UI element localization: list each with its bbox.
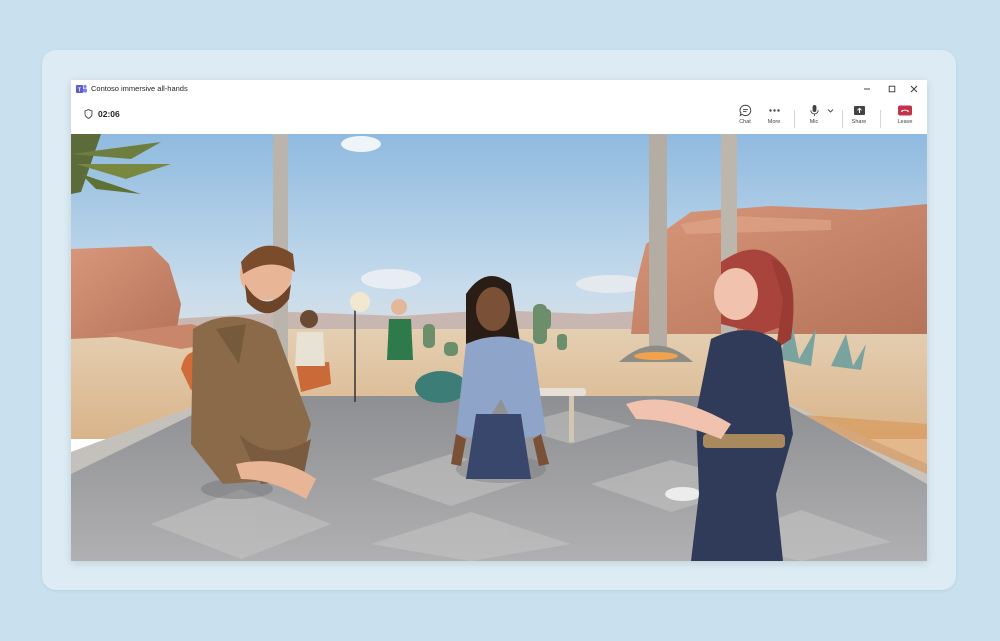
minimize-icon [864, 88, 870, 90]
meeting-window: T Contoso immersive all-hands 02:06 Chat… [71, 80, 927, 561]
table-leg [569, 396, 574, 442]
svg-text:T: T [78, 87, 81, 93]
leave-label: Leave [897, 119, 913, 125]
toolbar-divider [842, 110, 843, 128]
left-rock [71, 246, 181, 339]
ottoman [415, 371, 467, 403]
side-table [665, 487, 701, 501]
timer-text: 02:06 [98, 109, 120, 119]
mic-options-button[interactable] [823, 104, 837, 132]
immersive-scene-view[interactable] [71, 134, 927, 561]
meeting-timer: 02:06 [84, 109, 120, 119]
teams-logo-icon: T [76, 84, 87, 93]
close-button[interactable] [901, 80, 927, 98]
chat-icon [739, 104, 751, 117]
share-button[interactable]: Share [844, 104, 874, 132]
chat-label: Chat [739, 119, 751, 125]
shield-icon [84, 109, 93, 119]
leave-button[interactable]: Leave [890, 104, 920, 132]
cloud [361, 269, 421, 289]
mic-label: Mic [809, 119, 819, 125]
share-icon [853, 106, 865, 115]
chat-button[interactable]: Chat [730, 104, 760, 132]
floor-lamp-shade [350, 292, 370, 312]
toolbar-divider [880, 110, 881, 128]
leave-phone-icon [898, 105, 912, 116]
minimize-button[interactable] [854, 80, 880, 98]
toolbar-divider [794, 110, 795, 128]
chevron-down-icon [827, 109, 833, 113]
scene-illustration [71, 134, 927, 561]
maximize-icon [888, 85, 896, 93]
meeting-toolbar: 02:06 Chat More Mic Share Leave [71, 98, 927, 134]
mic-icon [809, 105, 819, 116]
fire-glow [634, 352, 678, 360]
cloud [341, 136, 381, 152]
share-label: Share [851, 119, 867, 125]
more-label: More [767, 119, 781, 125]
window-title: Contoso immersive all-hands [91, 84, 188, 93]
title-bar: T Contoso immersive all-hands [71, 80, 927, 98]
more-button[interactable]: More [759, 104, 789, 132]
more-icon [768, 109, 780, 112]
close-icon [910, 85, 918, 93]
column [649, 134, 667, 349]
